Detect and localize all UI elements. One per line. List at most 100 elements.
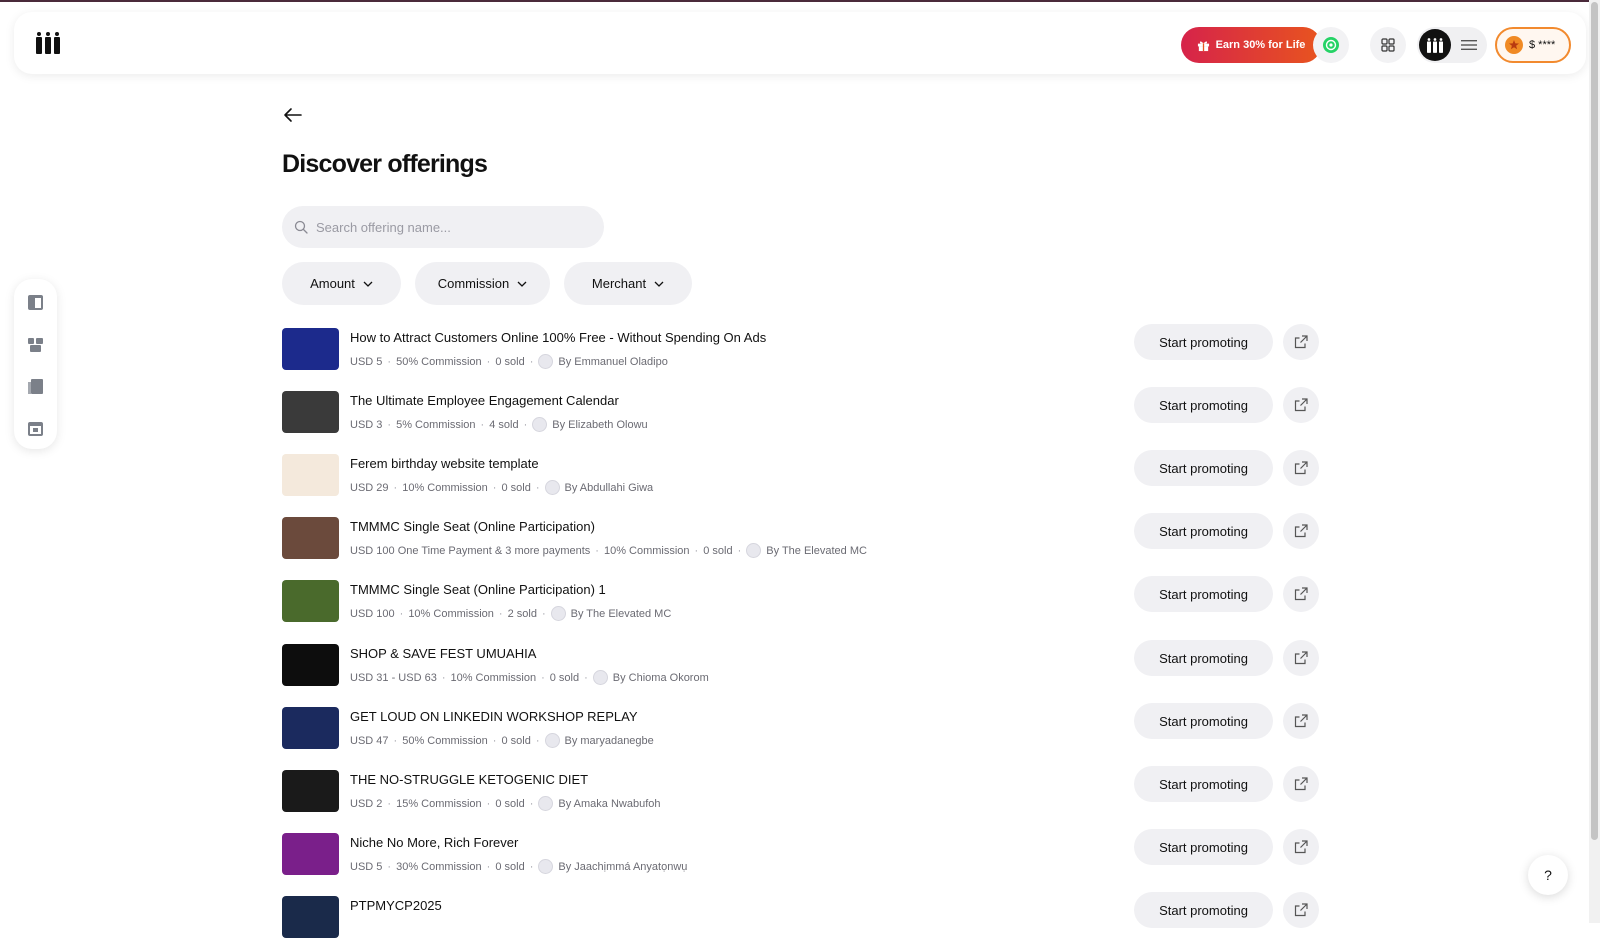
offering-sold: 0 sold [703, 544, 733, 557]
offering-name[interactable]: PTPMYCP2025 [350, 898, 442, 913]
start-promoting-button[interactable]: Start promoting [1134, 387, 1273, 423]
offering-name[interactable]: The Ultimate Employee Engagement Calenda… [350, 393, 619, 408]
filter-amount[interactable]: Amount [282, 262, 401, 305]
open-external-button[interactable] [1283, 829, 1319, 865]
offering-row: Ferem birthday website template USD 29 ·… [282, 450, 1322, 510]
balance-button[interactable]: $ **** [1495, 27, 1571, 63]
merchant-avatar [746, 543, 762, 558]
app-logo-icon[interactable] [36, 32, 60, 54]
offering-thumbnail[interactable] [282, 328, 339, 370]
offering-price: USD 2 [350, 797, 383, 810]
open-external-button[interactable] [1283, 640, 1319, 676]
offering-merchant[interactable]: By Chioma Okorom [613, 672, 709, 684]
external-link-icon [1294, 840, 1308, 854]
offering-thumbnail[interactable] [282, 391, 339, 433]
separator-dot: · [694, 544, 699, 557]
open-external-button[interactable] [1283, 324, 1319, 360]
offering-meta: USD 2 · 15% Commission · 0 sold · By Ama… [350, 796, 661, 811]
help-button[interactable]: ? [1528, 855, 1568, 895]
merchant-avatar [544, 480, 560, 495]
offering-meta: USD 100 · 10% Commission · 2 sold · By T… [350, 606, 671, 621]
offering-price: USD 100 One Time Payment & 3 more paymen… [350, 544, 591, 557]
offering-merchant[interactable]: By maryadanegbe [565, 735, 654, 747]
chevron-down-icon [654, 281, 664, 287]
scrollbar-thumb[interactable] [1591, 2, 1598, 840]
offering-name[interactable]: TMMMC Single Seat (Online Participation)… [350, 582, 606, 597]
offering-thumbnail[interactable] [282, 644, 339, 686]
open-external-button[interactable] [1283, 387, 1319, 423]
start-promoting-button[interactable]: Start promoting [1134, 576, 1273, 612]
external-link-icon [1294, 651, 1308, 665]
separator-dot: · [399, 607, 404, 620]
search-input[interactable] [316, 219, 586, 235]
start-promoting-button[interactable]: Start promoting [1134, 450, 1273, 486]
offering-name[interactable]: Ferem birthday website template [350, 456, 539, 471]
offering-price: USD 47 [350, 734, 389, 747]
whatsapp-button[interactable] [1313, 27, 1349, 63]
star-coin-icon [1505, 36, 1523, 54]
separator-dot: · [529, 355, 534, 368]
start-promoting-button[interactable]: Start promoting [1134, 703, 1273, 739]
offering-thumbnail[interactable] [282, 707, 339, 749]
start-promoting-button[interactable]: Start promoting [1134, 829, 1273, 865]
offering-name[interactable]: THE NO-STRUGGLE KETOGENIC DIET [350, 772, 588, 787]
offering-merchant[interactable]: By Abdullahi Giwa [565, 482, 654, 494]
offering-price: USD 31 - USD 63 [350, 671, 437, 684]
offering-thumbnail[interactable] [282, 580, 339, 622]
offering-sold: 0 sold [549, 671, 580, 684]
open-external-button[interactable] [1283, 576, 1319, 612]
offering-name[interactable]: Niche No More, Rich Forever [350, 835, 518, 850]
account-menu-button[interactable] [1417, 27, 1487, 63]
earn-commission-button[interactable]: Earn 30% for Life [1181, 27, 1321, 63]
offering-name[interactable]: SHOP & SAVE FEST UMUAHIA [350, 646, 536, 661]
start-promoting-button[interactable]: Start promoting [1134, 640, 1273, 676]
offering-thumbnail[interactable] [282, 517, 339, 559]
separator-dot: · [492, 734, 497, 747]
offering-name[interactable]: TMMMC Single Seat (Online Participation) [350, 519, 595, 534]
open-external-button[interactable] [1283, 703, 1319, 739]
offering-sold: 0 sold [501, 734, 531, 747]
offering-sold: 2 sold [507, 607, 537, 620]
open-external-button[interactable] [1283, 766, 1319, 802]
start-promoting-button[interactable]: Start promoting [1134, 324, 1273, 360]
offering-merchant[interactable]: By The Elevated MC [766, 545, 867, 557]
back-arrow-icon[interactable] [283, 107, 303, 123]
merchant-avatar [532, 417, 548, 432]
merchant-avatar [550, 606, 566, 621]
offering-merchant[interactable]: By Emmanuel Oladipo [558, 356, 667, 368]
sidebar-dashboard-icon[interactable] [27, 294, 44, 311]
offering-thumbnail[interactable] [282, 770, 339, 812]
search-bar[interactable] [282, 206, 604, 248]
offering-name[interactable]: How to Attract Customers Online 100% Fre… [350, 330, 766, 345]
offering-thumbnail[interactable] [282, 833, 339, 875]
help-label: ? [1544, 867, 1552, 883]
offering-merchant[interactable]: By Amaka Nwabufoh [558, 798, 660, 810]
open-external-button[interactable] [1283, 513, 1319, 549]
offering-thumbnail[interactable] [282, 454, 339, 496]
offering-merchant[interactable]: By Elizabeth Olowu [552, 419, 647, 431]
sidebar-storefront-icon[interactable] [27, 336, 44, 353]
offering-price: USD 100 [350, 607, 395, 620]
page-scrollbar[interactable] [1589, 0, 1600, 923]
filter-commission[interactable]: Commission [415, 262, 550, 305]
apps-button[interactable] [1370, 27, 1406, 63]
search-icon [294, 220, 308, 234]
sidebar-library-icon[interactable] [27, 378, 44, 395]
earn-label: Earn 30% for Life [1215, 39, 1306, 51]
offering-meta: USD 31 - USD 63 · 10% Commission · 0 sol… [350, 670, 709, 685]
offering-thumbnail[interactable] [282, 896, 339, 938]
offering-sold: 0 sold [495, 797, 525, 810]
offering-merchant[interactable]: By The Elevated MC [571, 608, 672, 620]
start-promoting-button[interactable]: Start promoting [1134, 513, 1273, 549]
open-external-button[interactable] [1283, 450, 1319, 486]
external-link-icon [1294, 777, 1308, 791]
separator-dot: · [486, 860, 491, 873]
sidebar-calendar-icon[interactable] [27, 420, 44, 437]
offering-merchant[interactable]: By Jaachịmmá Anyatọnwụ [558, 861, 687, 873]
filter-merchant[interactable]: Merchant [564, 262, 692, 305]
filter-label: Amount [310, 276, 355, 291]
start-promoting-button[interactable]: Start promoting [1134, 766, 1273, 802]
filter-label: Merchant [591, 276, 647, 291]
offering-name[interactable]: GET LOUD ON LINKEDIN WORKSHOP REPLAY [350, 709, 638, 724]
offering-commission: 30% Commission [396, 860, 482, 873]
